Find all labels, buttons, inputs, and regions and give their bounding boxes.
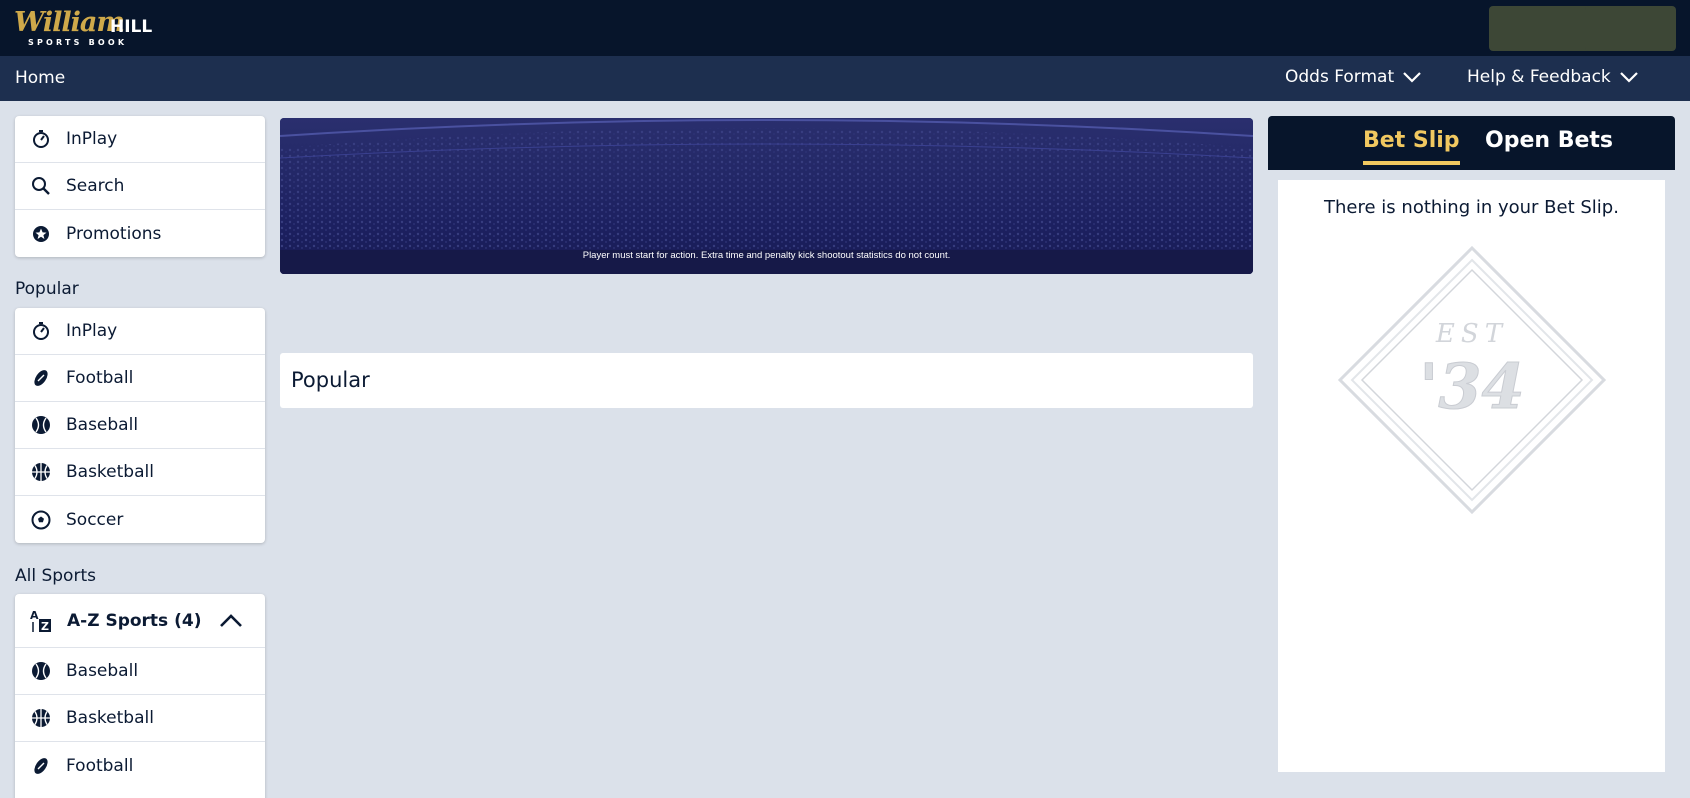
tab-open-bets[interactable]: Open Bets	[1485, 128, 1613, 153]
quick-link-inplay[interactable]: InPlay	[15, 116, 265, 163]
all-sports-heading: All Sports	[15, 566, 96, 586]
popular-item-label: Basketball	[66, 462, 154, 482]
az-sports-card: A Z A-Z Sports (4) Baseball Basketball F…	[15, 594, 265, 798]
basketball-icon	[30, 461, 52, 483]
star-badge-icon	[30, 223, 52, 245]
popular-item-basketball[interactable]: Basketball	[15, 449, 265, 496]
top-header: William HILL SPORTS BOOK	[0, 0, 1690, 56]
bet-slip-content: There is nothing in your Bet Slip. EST '…	[1278, 180, 1665, 772]
search-icon	[30, 175, 52, 197]
chevron-down-icon	[1403, 72, 1421, 83]
popular-card: InPlay Football Baseball Basketball Socc…	[15, 308, 265, 543]
help-feedback-dropdown[interactable]: Help & Feedback	[1467, 67, 1639, 87]
odds-format-label: Odds Format	[1285, 67, 1395, 87]
quick-links-card: InPlay Search Promotions	[15, 116, 265, 257]
help-feedback-label: Help & Feedback	[1467, 67, 1611, 87]
quick-link-label: InPlay	[66, 129, 118, 149]
popular-item-football[interactable]: Football	[15, 355, 265, 402]
az-sports-label: A-Z Sports (4)	[67, 610, 202, 631]
tab-bet-slip[interactable]: Bet Slip	[1363, 128, 1460, 165]
football-icon	[30, 367, 52, 389]
logo-bold: HILL	[110, 17, 153, 37]
svg-text:A: A	[30, 609, 39, 622]
banner-disclaimer: Player must start for action. Extra time…	[582, 250, 951, 261]
popular-section-title: Popular	[291, 368, 370, 392]
quick-link-label: Search	[66, 176, 125, 196]
popular-item-label: Soccer	[66, 509, 124, 530]
az-item-label: Football	[66, 755, 134, 776]
chevron-up-icon	[220, 613, 242, 627]
football-icon	[30, 755, 52, 777]
soccer-ball-icon	[30, 509, 52, 531]
odds-format-dropdown[interactable]: Odds Format	[1285, 67, 1422, 87]
svg-text:EST: EST	[1435, 319, 1508, 349]
bet-slip-body: There is nothing in your Bet Slip. EST '…	[1268, 170, 1675, 798]
az-item-label: Baseball	[66, 661, 139, 681]
baseball-icon	[30, 414, 52, 436]
chevron-down-icon	[1620, 72, 1638, 83]
promo-banner[interactable]: Player must start for action. Extra time…	[280, 118, 1253, 274]
az-item-label: Basketball	[66, 708, 154, 728]
stopwatch-icon	[30, 128, 52, 150]
header-button-2[interactable]	[1585, 6, 1676, 51]
empty-bet-slip-message: There is nothing in your Bet Slip.	[1324, 197, 1619, 218]
popular-item-label: Football	[66, 368, 134, 388]
popular-heading: Popular	[15, 279, 79, 299]
bet-slip-panel: Bet Slip Open Bets There is nothing in y…	[1268, 116, 1675, 798]
svg-text:Z: Z	[41, 620, 49, 633]
az-item-football[interactable]: Football	[15, 742, 265, 789]
bet-slip-tabs: Bet Slip Open Bets	[1268, 116, 1675, 170]
est-34-emblem: EST '34	[1337, 245, 1607, 515]
nav-home-link[interactable]: Home	[15, 68, 65, 88]
logo-sub: SPORTS BOOK	[28, 38, 128, 47]
popular-item-label: InPlay	[66, 321, 118, 341]
svg-text:'34: '34	[1419, 350, 1524, 423]
quick-link-label: Promotions	[66, 223, 162, 244]
az-sports-toggle[interactable]: A Z A-Z Sports (4)	[15, 594, 265, 648]
az-sort-icon: A Z	[30, 609, 51, 633]
popular-section: Popular	[280, 353, 1253, 408]
popular-item-inplay[interactable]: InPlay	[15, 308, 265, 355]
nav-bar: Home Odds Format Help & Feedback	[0, 56, 1690, 101]
quick-link-search[interactable]: Search	[15, 163, 265, 210]
stopwatch-icon	[30, 320, 52, 342]
popular-item-label: Baseball	[66, 415, 139, 435]
baseball-icon	[30, 660, 52, 682]
popular-item-soccer[interactable]: Soccer	[15, 496, 265, 543]
az-item-basketball[interactable]: Basketball	[15, 695, 265, 742]
popular-item-baseball[interactable]: Baseball	[15, 402, 265, 449]
quick-link-promotions[interactable]: Promotions	[15, 210, 265, 257]
basketball-icon	[30, 707, 52, 729]
william-hill-logo[interactable]: William HILL SPORTS BOOK	[14, 7, 154, 49]
logo-script: William	[14, 7, 125, 38]
az-item-baseball[interactable]: Baseball	[15, 648, 265, 695]
